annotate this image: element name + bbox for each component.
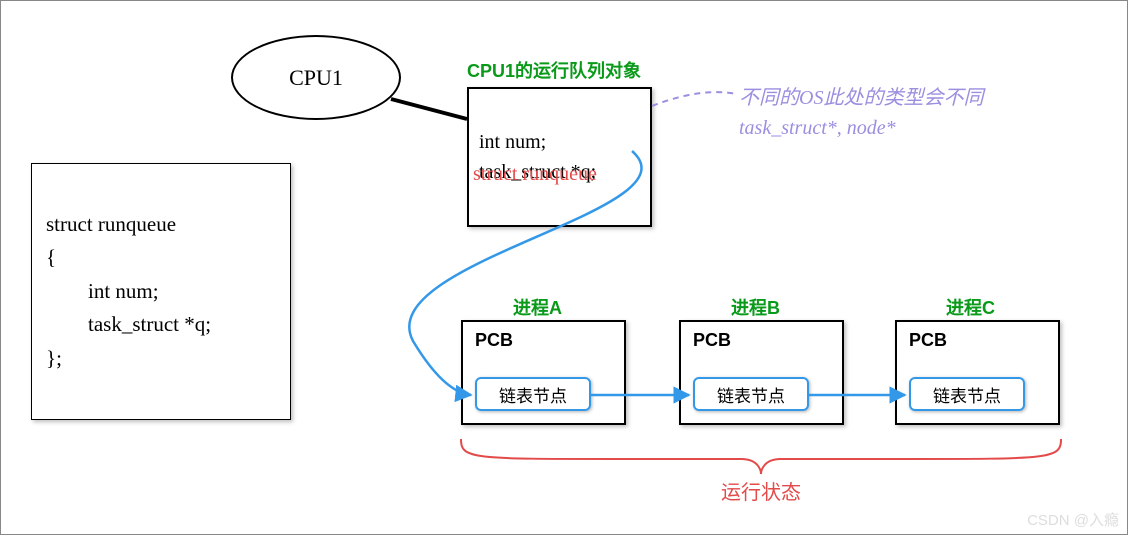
note-line: 不同的OS此处的类型会不同 (739, 87, 983, 109)
struct-line: }; (46, 346, 62, 370)
cpu-to-queue-edge (391, 99, 467, 119)
struct-line: struct runqueue (46, 212, 176, 236)
runqueue-object: int num; task_struct *q; (467, 87, 652, 227)
struct-line: int num; (46, 279, 159, 303)
pcb-label: PCB (909, 330, 947, 351)
queue-title: CPU1的运行队列对象 (467, 57, 641, 83)
run-state-label: 运行状态 (721, 476, 801, 505)
struct-line: task_struct *q; (46, 312, 211, 336)
queue-line: int num; (479, 131, 546, 153)
node-label: 链表节点 (499, 382, 567, 407)
process-box-a: PCB 链表节点 (461, 320, 626, 425)
pcb-label: PCB (693, 330, 731, 351)
note-line: task_struct*, node* (739, 117, 896, 139)
list-node: 链表节点 (693, 377, 809, 411)
queue-to-note-edge (652, 92, 737, 106)
process-box-c: PCB 链表节点 (895, 320, 1060, 425)
diagram-canvas: CPU1 struct runqueue { int num; task_str… (0, 0, 1128, 535)
process-title: 进程A (513, 294, 562, 320)
struct-definition: struct runqueue { int num; task_struct *… (31, 163, 291, 420)
process-title: 进程C (946, 294, 995, 320)
brace-run-state (461, 439, 1061, 474)
struct-line: { (46, 245, 56, 269)
queue-type-label: struct runqueue (473, 163, 597, 186)
process-title: 进程B (731, 294, 780, 320)
pcb-label: PCB (475, 330, 513, 351)
cpu-label: CPU1 (289, 65, 343, 91)
process-box-b: PCB 链表节点 (679, 320, 844, 425)
cpu-node: CPU1 (231, 35, 401, 120)
list-node: 链表节点 (475, 377, 591, 411)
os-type-note: 不同的OS此处的类型会不同 task_struct*, node* (739, 83, 983, 143)
node-label: 链表节点 (933, 382, 1001, 407)
node-label: 链表节点 (717, 382, 785, 407)
watermark: CSDN @入瘾 (1027, 509, 1119, 530)
list-node: 链表节点 (909, 377, 1025, 411)
